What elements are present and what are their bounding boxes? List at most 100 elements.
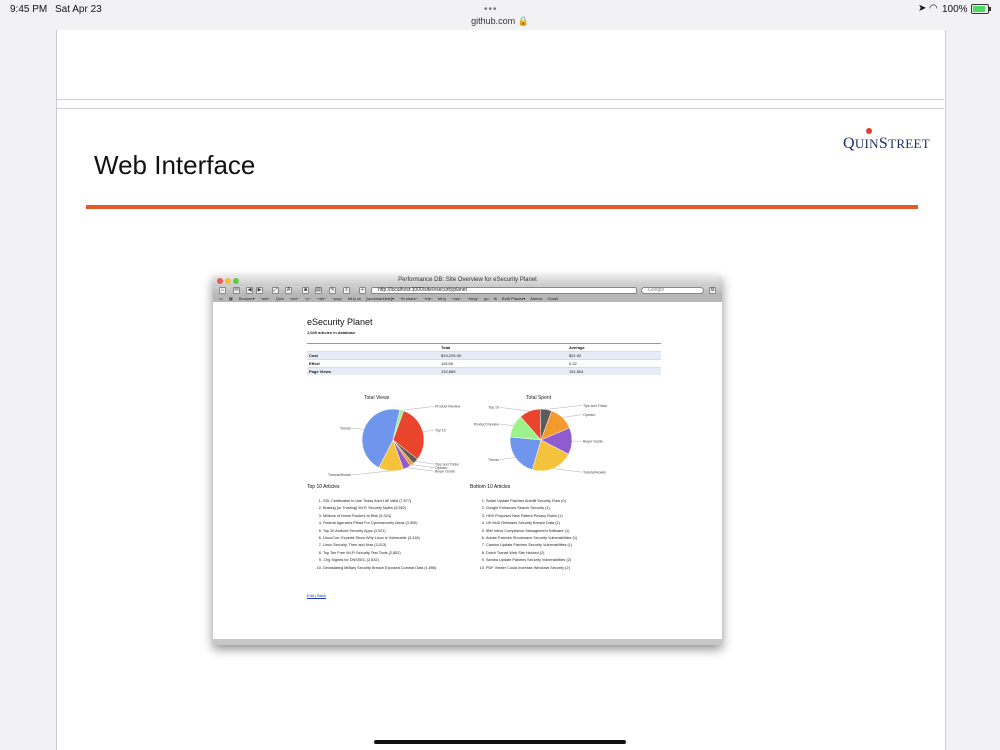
- slice-label: Tutorial/Howto: [583, 470, 606, 474]
- bookmark-item[interactable]: fb: [494, 296, 497, 301]
- article-item[interactable]: IBM Intros Compliance Management Softwar…: [486, 528, 577, 535]
- article-item[interactable]: Linux Security, Then and Now (3,013): [323, 542, 436, 549]
- text-icon[interactable]: A: [285, 287, 292, 294]
- search-field[interactable]: Google: [641, 287, 704, 294]
- slice-leader-line: [415, 461, 435, 465]
- back-link[interactable]: Back: [317, 593, 326, 598]
- stop-icon[interactable]: ■: [302, 287, 309, 294]
- slice-label: Product Review: [435, 405, 461, 409]
- bookmark-item[interactable]: Both Places▾: [502, 296, 525, 301]
- slice-label: Buyer Guide: [435, 470, 455, 474]
- battery-icon: [971, 4, 991, 14]
- article-item[interactable]: Top 20 Android Security Apps (3,921): [323, 528, 436, 535]
- multitask-dots-icon[interactable]: •••: [484, 4, 498, 15]
- window-titlebar: Performance DB: Site Overview for eSecur…: [213, 276, 722, 286]
- bookmark-item[interactable]: ~blog~: [467, 296, 479, 301]
- article-item[interactable]: Adobe Patches Shockwave Security Vulnera…: [486, 535, 577, 542]
- views-pie-chart: Top 10Tips and TricksOpinionBuyer GuideT…: [328, 405, 461, 477]
- article-item[interactable]: LinuxCon: Exploits Show Why Linux is Vul…: [323, 535, 436, 542]
- bottom-articles-list: Safari Update Patches Autofill Security …: [470, 498, 577, 572]
- url-label[interactable]: github.com 🔒: [0, 16, 1000, 27]
- slice-leader-line: [411, 464, 435, 468]
- bookmark-item[interactable]: Gmail: [548, 296, 558, 301]
- mail-icon[interactable]: ✉: [233, 287, 240, 294]
- article-item[interactable]: SSL Certificates In Use Today Aren't All…: [323, 498, 436, 505]
- average-cell: 0.22: [567, 359, 661, 368]
- article-item[interactable]: Dutch Transit Web Site Hacked (2): [486, 550, 577, 557]
- logo-dot-icon: [866, 128, 872, 134]
- wifi-icon: ◠: [929, 3, 938, 14]
- slice-leader-line: [351, 427, 364, 430]
- print-icon[interactable]: ▤: [315, 287, 322, 294]
- home-indicator[interactable]: [374, 740, 626, 744]
- slice-leader-line: [401, 406, 435, 411]
- back-icon[interactable]: ◀: [246, 287, 253, 294]
- article-item[interactable]: Busting (or Trusting) Wi-Fi Security Myt…: [323, 505, 436, 512]
- bookmark-item[interactable]: ~css~: [451, 296, 462, 301]
- slice-label: Top 10: [435, 429, 446, 433]
- table-row: Cost $19,225.00 $21.92: [307, 351, 661, 360]
- slice-leader-line: [406, 467, 435, 472]
- total-cell: 119.50: [439, 359, 567, 368]
- share-icon[interactable]: ⇪: [343, 287, 350, 294]
- article-item[interactable]: .Org Signed for DNSSEC (2,632): [323, 557, 436, 564]
- bookmark-item[interactable]: bit.ly: [438, 296, 446, 301]
- bookmark-item[interactable]: ~p~: [304, 296, 311, 301]
- article-count: 1,049 articles in database: [307, 330, 356, 335]
- slice-label: Trends: [488, 458, 499, 462]
- bookmark-item[interactable]: ~pug~: [332, 296, 343, 301]
- add-bookmark-icon[interactable]: +: [359, 287, 366, 294]
- article-item[interactable]: Millions of Home Routers at Risk (5,324): [323, 513, 436, 520]
- bookmark-item[interactable]: Quix: [276, 296, 284, 301]
- bookmark-icon[interactable]: ✎: [329, 287, 336, 294]
- slice-leader-line: [562, 414, 583, 418]
- browser-toolbar: ⌂ ✉ ◀ ▶ ⤢ A ■ ▤ ✎ ⇪ + http://localhost:3…: [213, 286, 722, 295]
- article-item[interactable]: Safari Update Patches Autofill Security …: [486, 498, 577, 505]
- browser-screenshot: Performance DB: Site Overview for eSecur…: [213, 276, 722, 645]
- bookmark-item[interactable]: Atomic: [530, 296, 542, 301]
- title-rule: [86, 205, 918, 209]
- article-item[interactable]: Devastating Military Security Breach Exp…: [323, 565, 436, 572]
- home-icon[interactable]: ⌂: [219, 287, 226, 294]
- table-row: Page Views 132,869 151.504: [307, 367, 661, 375]
- fullscreen-icon[interactable]: ⤢: [272, 287, 279, 294]
- article-item[interactable]: HHS Proposes New Patient Privacy Rules (…: [486, 513, 577, 520]
- article-item[interactable]: Camino Update Patches Security Vulnerabi…: [486, 542, 577, 549]
- slice-leader-line: [499, 407, 530, 412]
- reading-list-icon[interactable]: ▭: [219, 296, 223, 301]
- forward-icon[interactable]: ▶: [256, 287, 263, 294]
- slice-label: Trends: [340, 426, 351, 430]
- slice-leader-line: [422, 430, 435, 432]
- bookmark-item[interactable]: ~sub~: [260, 296, 271, 301]
- table-header: Total Average: [307, 343, 661, 352]
- article-item[interactable]: Federal Agencies Plead For Cybersecurity…: [323, 520, 436, 527]
- window-title: Performance DB: Site Overview for eSecur…: [398, 277, 537, 283]
- bookmark-item[interactable]: ~dot~: [289, 296, 299, 301]
- slice-label: Tips and Tricks: [583, 404, 607, 408]
- top-articles-heading: Top 10 Articles: [307, 484, 340, 490]
- logo-text: QUINSTREET: [843, 135, 931, 152]
- settings-icon[interactable]: ⚙: [709, 287, 716, 294]
- article-item[interactable]: PDF Viewer Could Increase Windows Securi…: [486, 565, 577, 572]
- article-item[interactable]: Google Enhances Search Security (1): [486, 505, 577, 512]
- bookmark-item[interactable]: bit.ly sk: [348, 296, 361, 301]
- slice-label: Opinion: [583, 413, 595, 417]
- top-sites-icon[interactable]: ▦: [229, 296, 233, 301]
- page-divider: [56, 108, 944, 109]
- bookmark-item[interactable]: Bonjour▾: [239, 296, 255, 301]
- bottom-articles-heading: Bottom 10 Articles: [470, 484, 511, 490]
- bookmark-item[interactable]: ~lnk~: [423, 296, 433, 301]
- bookmark-item[interactable]: go: [484, 296, 488, 301]
- spent-pie-chart: Opinion Buyer Guide Tutorial/Howto Trends Pr…: [474, 404, 607, 475]
- clock: 9:45 PM: [10, 4, 48, 15]
- article-item[interactable]: Top Ten Free Wi-Fi Security Test Tools (…: [323, 550, 436, 557]
- quinstreet-logo: QUINSTREET: [843, 128, 931, 155]
- bookmark-item[interactable]: [workmarklets]▾: [366, 296, 394, 301]
- stats-table: Total Average Cost $19,225.00 $21.92 Eff…: [307, 343, 661, 375]
- address-bar[interactable]: http://localhost:3000/site/esecurityplan…: [371, 287, 637, 294]
- bookmark-item[interactable]: ~rdlr~: [316, 296, 326, 301]
- article-item[interactable]: UK MoD Releases Security Breach Data (1): [486, 520, 577, 527]
- article-item[interactable]: Samba Update Patches Security Vulnerabil…: [486, 557, 577, 564]
- edit-link[interactable]: Edit: [307, 593, 314, 598]
- bookmark-item[interactable]: ~fb share~: [399, 296, 418, 301]
